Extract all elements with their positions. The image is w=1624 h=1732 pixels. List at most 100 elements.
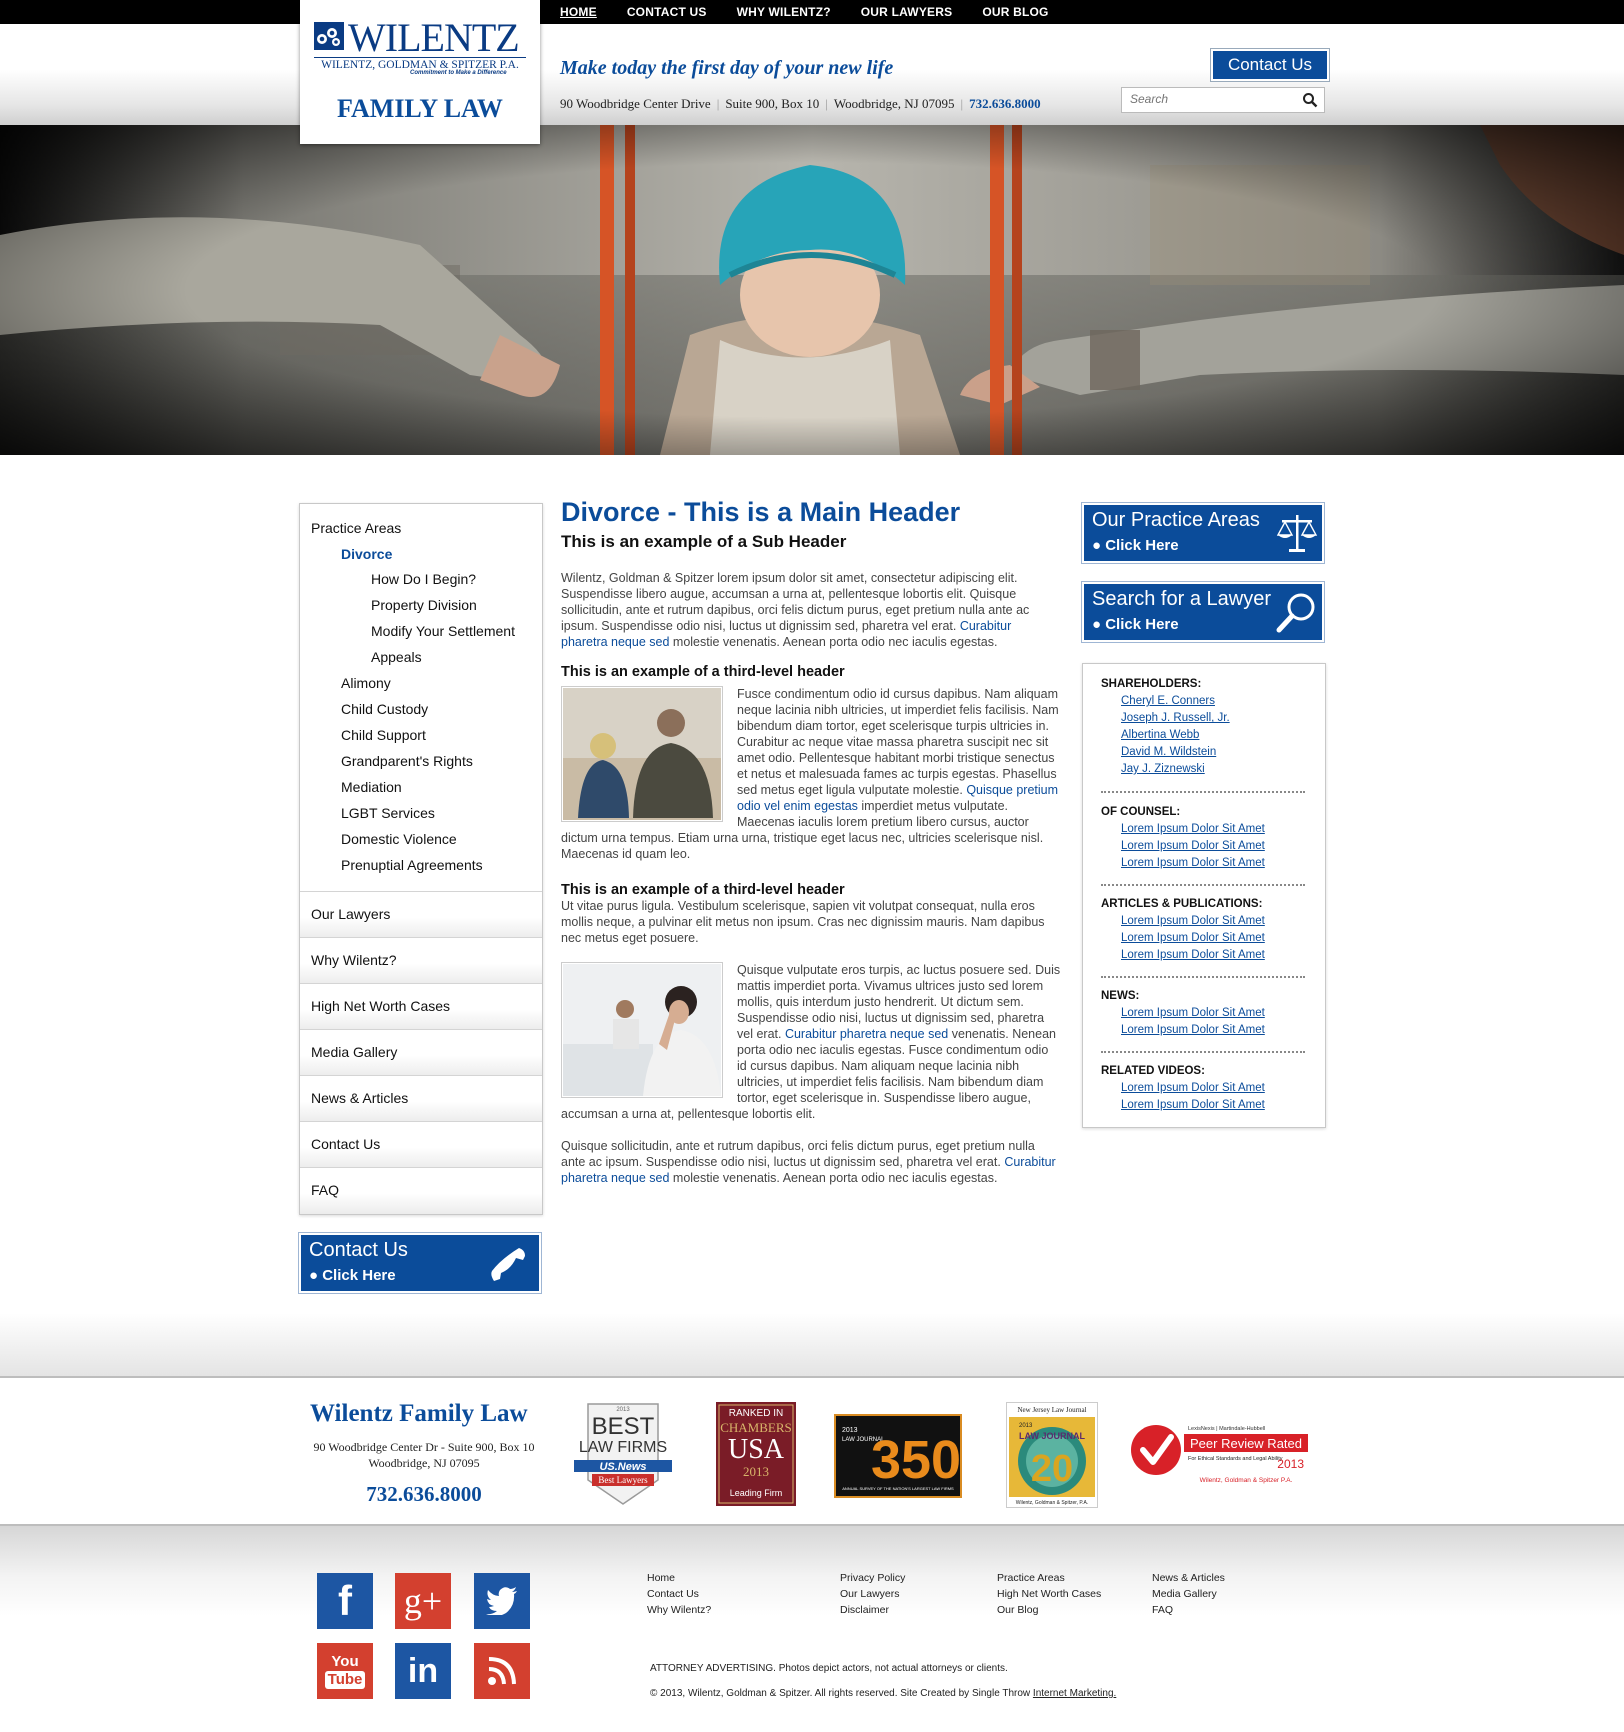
header-contact-button[interactable]: Contact Us: [1211, 49, 1329, 81]
paragraph-text: Quisque sollicitudin, ante et rutrum dap…: [561, 1139, 1035, 1169]
dotted-divider: [1101, 884, 1305, 886]
footer-link-news-articles[interactable]: News & Articles: [1152, 1570, 1225, 1586]
footer-address-line2: Woodbridge, NJ 07095: [368, 1456, 480, 1470]
top-nav-contact-us[interactable]: CONTACT US: [627, 5, 707, 19]
header-phone[interactable]: 732.636.8000: [969, 96, 1041, 111]
shareholder-link[interactable]: David M. Wildstein: [1121, 746, 1216, 758]
shareholder-link[interactable]: Joseph J. Russell, Jr.: [1121, 712, 1230, 724]
icon-glyph: f: [338, 1577, 352, 1624]
practice-areas-cta-button[interactable]: Our Practice Areas ● Click Here: [1082, 503, 1324, 563]
search-icon[interactable]: [1302, 92, 1318, 108]
footer-link-disclaimer[interactable]: Disclaimer: [840, 1602, 905, 1618]
top-nav-home[interactable]: HOME: [560, 5, 597, 19]
nav-label: High Net Worth Cases: [311, 998, 451, 1014]
footer-link-contact-us[interactable]: Contact Us: [647, 1586, 711, 1602]
badge-text: 2013: [743, 1464, 769, 1479]
nav-practice-areas[interactable]: Practice Areas: [311, 520, 401, 536]
nav-how-do-i-begin[interactable]: How Do I Begin?: [371, 571, 476, 587]
section-body: Fusce condimentum odio id cursus dapibus…: [561, 686, 1061, 862]
nav-property-division[interactable]: Property Division: [371, 597, 477, 613]
badge-text: Leading Firm: [730, 1488, 783, 1498]
nav-divorce[interactable]: Divorce: [341, 546, 392, 562]
linkedin-icon[interactable]: in: [395, 1643, 451, 1699]
counsel-link[interactable]: Lorem Ipsum Dolor Sit Amet: [1121, 857, 1265, 869]
icon-glyph: g+: [403, 1581, 443, 1621]
contact-cta-button[interactable]: Contact Us ● Click Here: [299, 1233, 541, 1293]
nav-high-net-worth[interactable]: High Net Worth Cases: [300, 983, 542, 1030]
footer-link-why-wilentz[interactable]: Why Wilentz?: [647, 1602, 711, 1618]
twitter-icon[interactable]: [474, 1573, 530, 1629]
video-link[interactable]: Lorem Ipsum Dolor Sit Amet: [1121, 1082, 1265, 1094]
counsel-link[interactable]: Lorem Ipsum Dolor Sit Amet: [1121, 823, 1265, 835]
shareholders-heading: SHAREHOLDERS:: [1101, 678, 1202, 690]
rss-icon[interactable]: [474, 1643, 530, 1699]
footer-link-home[interactable]: Home: [647, 1570, 711, 1586]
nav-alimony[interactable]: Alimony: [341, 675, 391, 691]
cta-title: Search for a Lawyer: [1092, 588, 1271, 610]
nav-why-wilentz[interactable]: Why Wilentz?: [300, 937, 542, 984]
nav-modify-settlement[interactable]: Modify Your Settlement: [371, 623, 515, 639]
nav-label: Why Wilentz?: [311, 952, 397, 968]
top-nav-why-wilentz[interactable]: WHY WILENTZ?: [737, 5, 831, 19]
address-street: 90 Woodbridge Center Drive: [560, 96, 711, 111]
nav-our-lawyers[interactable]: Our Lawyers: [300, 891, 542, 938]
nav-grandparents-rights[interactable]: Grandparent's Rights: [341, 753, 473, 769]
nav-media-gallery[interactable]: Media Gallery: [300, 1029, 542, 1076]
section-header: This is an example of a third-level head…: [561, 664, 845, 680]
article-link[interactable]: Lorem Ipsum Dolor Sit Amet: [1121, 915, 1265, 927]
google-plus-icon[interactable]: g+: [395, 1573, 451, 1629]
logo[interactable]: WILENTZ WILENTZ, GOLDMAN & SPITZER P.A. …: [300, 0, 540, 144]
intro-paragraph: Wilentz, Goldman & Spitzer lorem ipsum d…: [561, 570, 1061, 650]
video-link[interactable]: Lorem Ipsum Dolor Sit Amet: [1121, 1099, 1265, 1111]
badge-text: USA: [728, 1434, 785, 1465]
nav-domestic-violence[interactable]: Domestic Violence: [341, 831, 457, 847]
footer-link-faq[interactable]: FAQ: [1152, 1602, 1225, 1618]
shareholder-link[interactable]: Cheryl E. Conners: [1121, 695, 1215, 707]
top-nav-our-blog[interactable]: OUR BLOG: [982, 5, 1048, 19]
article-link[interactable]: Lorem Ipsum Dolor Sit Amet: [1121, 932, 1265, 944]
nav-child-support[interactable]: Child Support: [341, 727, 426, 743]
badge-text: Wilentz, Goldman & Spitzer P.A.: [1200, 1477, 1293, 1484]
footer-link-high-net-worth[interactable]: High Net Worth Cases: [997, 1586, 1101, 1602]
paragraph-text: molestie venenatis. Aenean porta odio ne…: [672, 635, 998, 649]
articles-heading: ARTICLES & PUBLICATIONS:: [1101, 898, 1263, 910]
inline-link[interactable]: Curabitur pharetra neque sed: [785, 1027, 948, 1041]
nav-contact-us[interactable]: Contact Us: [300, 1121, 542, 1168]
search-input[interactable]: [1122, 88, 1308, 110]
phone-icon: [491, 1248, 525, 1281]
usnews-best-law-firms-badge: 2013 BEST LAW FIRMS US.News Best Lawyers: [572, 1402, 674, 1506]
footer-phone[interactable]: 732.636.8000: [296, 1482, 552, 1507]
youtube-icon[interactable]: You Tube: [317, 1643, 373, 1699]
nav-lgbt-services[interactable]: LGBT Services: [341, 805, 435, 821]
news-link[interactable]: Lorem Ipsum Dolor Sit Amet: [1121, 1007, 1265, 1019]
nav-mediation[interactable]: Mediation: [341, 779, 402, 795]
article-link[interactable]: Lorem Ipsum Dolor Sit Amet: [1121, 949, 1265, 961]
internet-marketing-link[interactable]: Internet Marketing.: [1033, 1688, 1116, 1699]
badge-text: BEST: [592, 1413, 655, 1440]
footer-link-practice-areas[interactable]: Practice Areas: [997, 1570, 1101, 1586]
nav-label: Contact Us: [311, 1136, 381, 1152]
badge-text: 20: [1031, 1448, 1073, 1490]
facebook-icon[interactable]: f: [317, 1573, 373, 1629]
nav-appeals[interactable]: Appeals: [371, 649, 422, 665]
nav-label: FAQ: [311, 1182, 340, 1198]
nav-news-articles[interactable]: News & Articles: [300, 1075, 542, 1122]
badge-text: LAW FIRMS: [579, 1439, 667, 1456]
shareholder-link[interactable]: Jay J. Ziznewski: [1121, 763, 1205, 775]
footer-link-our-lawyers[interactable]: Our Lawyers: [840, 1586, 905, 1602]
shareholder-link[interactable]: Albertina Webb: [1121, 729, 1199, 741]
search-lawyer-cta-button[interactable]: Search for a Lawyer ● Click Here: [1082, 582, 1324, 642]
footer-link-our-blog[interactable]: Our Blog: [997, 1602, 1101, 1618]
nav-prenuptial-agreements[interactable]: Prenuptial Agreements: [341, 857, 483, 873]
nav-child-custody[interactable]: Child Custody: [341, 701, 428, 717]
news-link[interactable]: Lorem Ipsum Dolor Sit Amet: [1121, 1024, 1265, 1036]
footer-link-media-gallery[interactable]: Media Gallery: [1152, 1586, 1225, 1602]
counsel-link[interactable]: Lorem Ipsum Dolor Sit Amet: [1121, 840, 1265, 852]
badge-text: CHAMBERS: [720, 1420, 792, 1435]
footer-link-privacy-policy[interactable]: Privacy Policy: [840, 1570, 905, 1586]
address-city: Woodbridge, NJ 07095: [833, 96, 955, 111]
nav-faq[interactable]: FAQ: [300, 1167, 542, 1214]
top-nav-our-lawyers[interactable]: OUR LAWYERS: [861, 5, 953, 19]
scales-of-justice-icon: [1276, 515, 1318, 552]
icon-glyph: in: [407, 1651, 439, 1690]
